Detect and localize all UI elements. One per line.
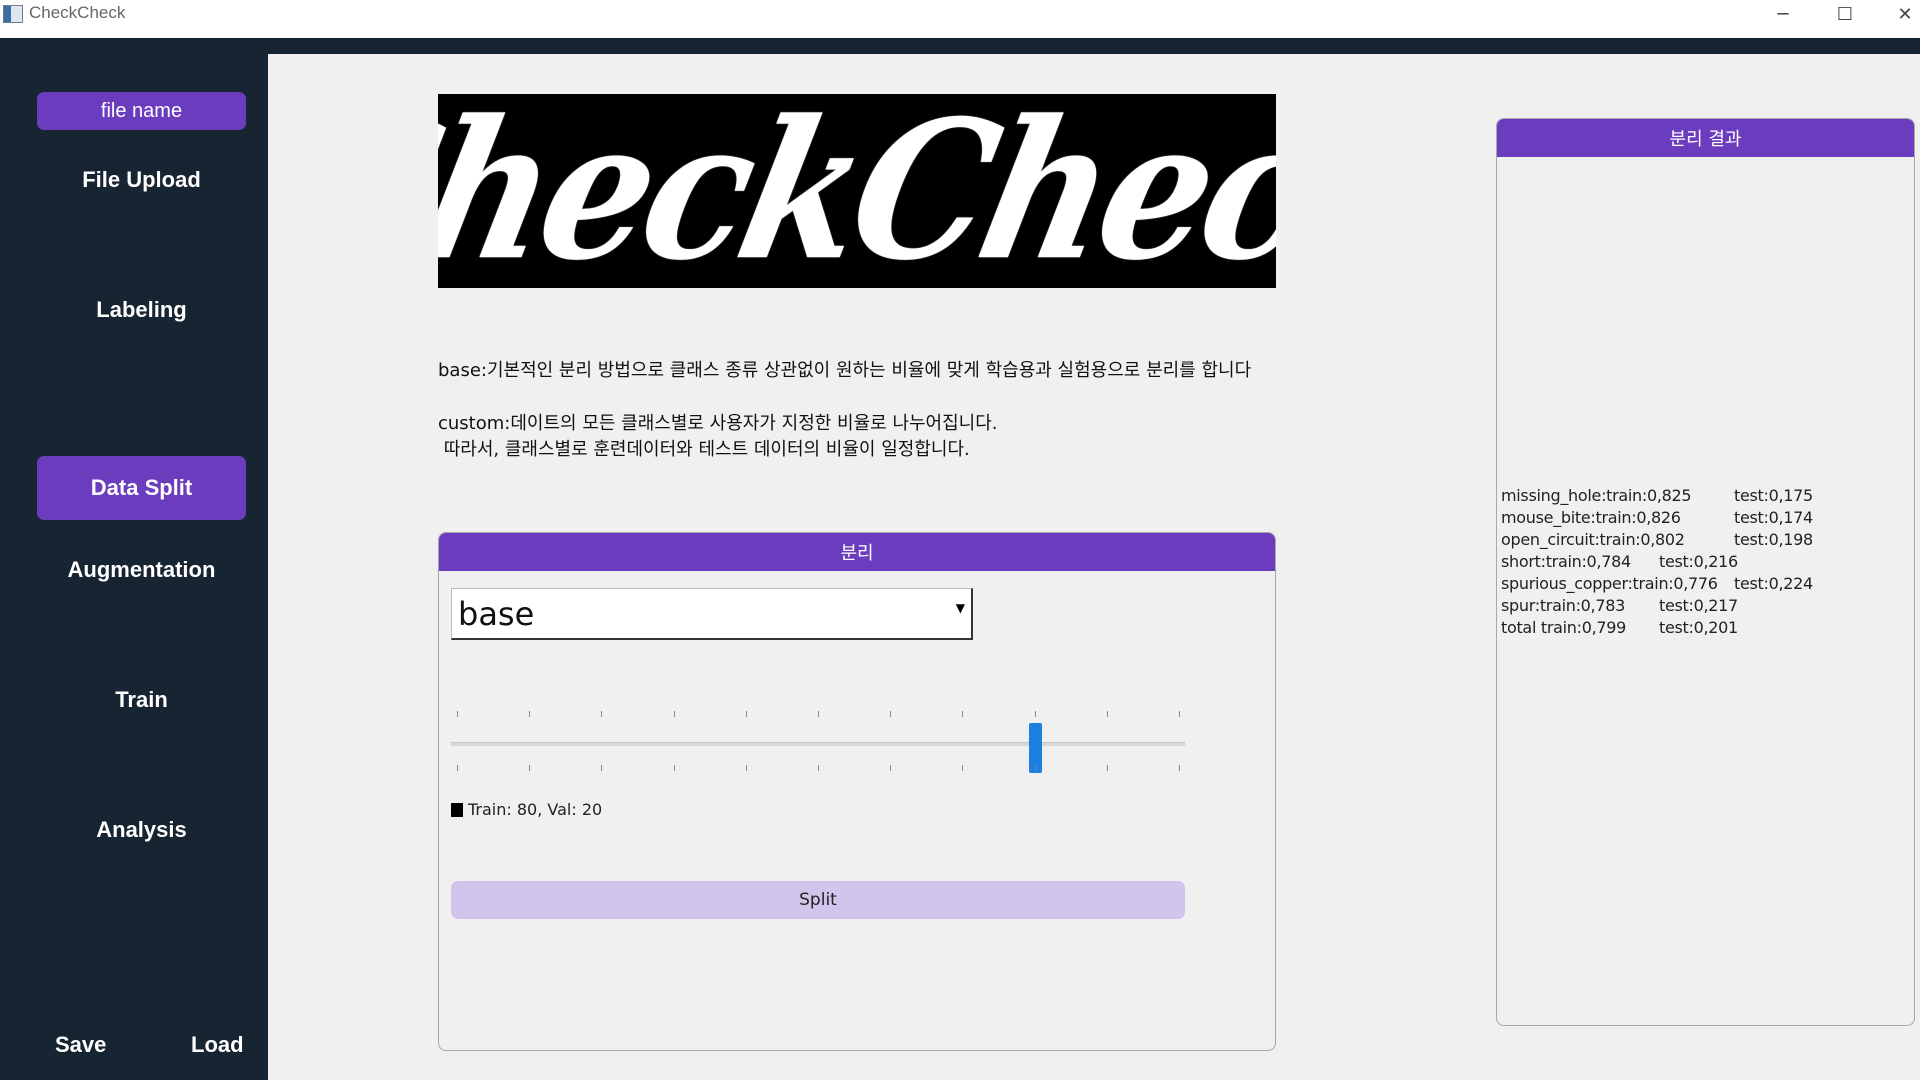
split-ratio-slider[interactable] <box>451 703 1185 783</box>
split-panel: 분리 base ▼ Train: 80, Val: 20 Split <box>438 532 1276 1051</box>
load-button[interactable]: Load <box>191 1032 244 1058</box>
slider-tick <box>529 711 531 717</box>
file-name-label: file name <box>37 92 246 130</box>
result-row: missing_hole:train:0,825 test:0,175 <box>1501 486 1813 508</box>
slider-tick <box>457 711 458 717</box>
result-test: test:0,224 <box>1734 574 1813 593</box>
slider-track[interactable] <box>451 742 1185 746</box>
result-test: test:0,174 <box>1734 508 1813 527</box>
slider-tick <box>962 765 964 771</box>
logo-text: CheckCheck <box>438 94 1276 288</box>
result-row: open_circuit:train:0,802 test:0,198 <box>1501 530 1813 552</box>
slider-tick <box>1106 711 1108 717</box>
legend-swatch <box>451 802 463 817</box>
result-test: test:0,201 <box>1659 618 1738 637</box>
result-train: open_circuit:train:0,802 <box>1501 530 1685 549</box>
result-test: test:0,198 <box>1734 530 1813 549</box>
result-train: spurious_copper:train:0,776 <box>1501 574 1718 593</box>
slider-tick <box>1034 711 1036 717</box>
result-row: mouse_bite:train:0,826 test:0,174 <box>1501 508 1813 530</box>
nav-file-upload[interactable]: File Upload <box>37 148 246 212</box>
slider-tick <box>601 765 603 771</box>
slider-tick <box>457 765 458 771</box>
nav-train[interactable]: Train <box>37 668 246 732</box>
description-base: base:기본적인 분리 방법으로 클래스 종류 상관없이 원하는 비율에 맞게… <box>438 360 1252 381</box>
result-row: short:train:0,784 test:0,216 <box>1501 552 1738 574</box>
sidebar: file name File Upload Labeling Data Spli… <box>0 54 268 1080</box>
slider-tick <box>962 711 964 717</box>
window-titlebar: CheckCheck ─ ☐ ✕ <box>0 0 1920 38</box>
nav-data-split[interactable]: Data Split <box>37 456 246 520</box>
nav-labeling[interactable]: Labeling <box>37 278 246 342</box>
result-train: short:train:0,784 <box>1501 552 1631 571</box>
result-panel: 분리 결과 missing_hole:train:0,825 test:0,17… <box>1496 118 1915 1026</box>
result-row: spurious_copper:train:0,776 test:0,224 <box>1501 574 1813 596</box>
result-train: missing_hole:train:0,825 <box>1501 486 1692 505</box>
slider-tick <box>1179 711 1180 717</box>
result-test: test:0,175 <box>1734 486 1813 505</box>
checkcheck-logo: CheckCheck <box>438 94 1276 288</box>
slider-tick <box>1034 765 1036 771</box>
maximize-icon[interactable]: ☐ <box>1822 0 1868 28</box>
slider-tick <box>745 765 747 771</box>
legend-text: Train: 80, Val: 20 <box>468 800 603 819</box>
split-panel-header: 분리 <box>439 533 1275 571</box>
result-row: spur:train:0,783 test:0,217 <box>1501 596 1738 618</box>
slider-tick <box>601 711 603 717</box>
slider-tick <box>890 765 892 771</box>
nav-augmentation[interactable]: Augmentation <box>37 538 246 602</box>
chevron-down-icon: ▼ <box>955 601 965 615</box>
result-train: mouse_bite:train:0,826 <box>1501 508 1681 527</box>
split-method-value: base <box>458 594 535 633</box>
split-button[interactable]: Split <box>451 881 1185 919</box>
result-panel-header: 분리 결과 <box>1497 119 1914 157</box>
minimize-icon[interactable]: ─ <box>1760 0 1806 28</box>
slider-tick <box>1179 765 1180 771</box>
result-train: spur:train:0,783 <box>1501 596 1625 615</box>
slider-tick <box>818 765 819 771</box>
slider-tick <box>673 765 675 771</box>
top-strip <box>0 38 1920 54</box>
nav-analysis[interactable]: Analysis <box>37 798 246 862</box>
slider-tick <box>529 765 531 771</box>
split-legend: Train: 80, Val: 20 <box>451 800 602 819</box>
result-row: total train:0,799 test:0,201 <box>1501 618 1738 640</box>
slider-tick <box>1106 765 1108 771</box>
split-method-select[interactable]: base ▼ <box>451 588 973 640</box>
description-custom-1: custom:데이트의 모든 클래스별로 사용자가 지정한 비율로 나누어집니다… <box>438 413 998 434</box>
result-test: test:0,216 <box>1659 552 1738 571</box>
window-title: CheckCheck <box>29 3 126 22</box>
description-custom-2: 따라서, 클래스별로 훈련데이터와 테스트 데이터의 비율이 일정합니다. <box>438 439 970 460</box>
slider-tick <box>745 711 747 717</box>
slider-tick <box>890 711 892 717</box>
slider-tick <box>673 711 675 717</box>
result-train: total train:0,799 <box>1501 618 1627 637</box>
save-button[interactable]: Save <box>55 1032 106 1058</box>
app-icon <box>3 5 23 23</box>
close-icon[interactable]: ✕ <box>1882 0 1920 28</box>
result-test: test:0,217 <box>1659 596 1738 615</box>
slider-tick <box>818 711 819 717</box>
